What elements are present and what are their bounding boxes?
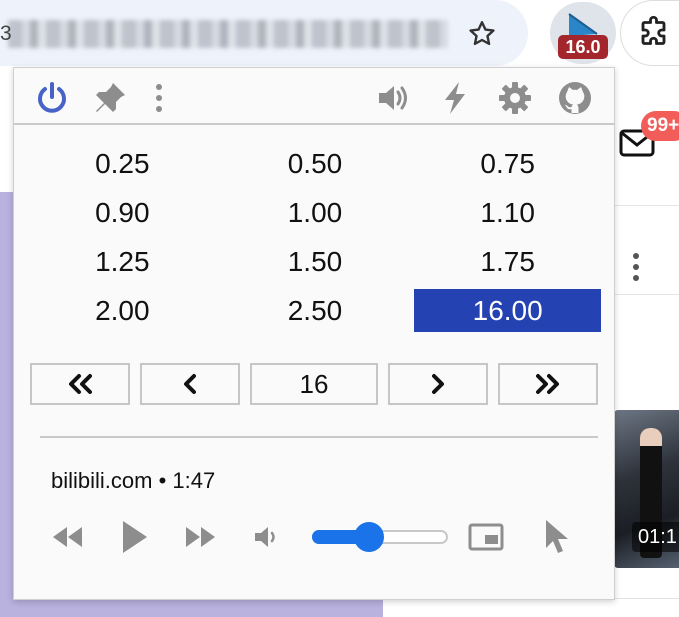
page-divider bbox=[614, 598, 679, 599]
speed-option-2.50[interactable]: 2.50 bbox=[222, 289, 409, 332]
media-controls bbox=[14, 513, 614, 563]
lightning-icon[interactable] bbox=[437, 80, 473, 116]
speed-decrease-large-button[interactable] bbox=[30, 363, 130, 405]
address-bar[interactable]: 3 bbox=[0, 0, 528, 66]
page-kebab-menu-icon[interactable] bbox=[630, 252, 642, 282]
extension-badge: 16.0 bbox=[558, 35, 608, 59]
volume-slider[interactable] bbox=[312, 521, 448, 553]
speed-presets: 0.25 0.50 0.75 0.90 1.00 1.10 1.25 1.50 … bbox=[29, 142, 601, 332]
rewind-icon[interactable] bbox=[50, 517, 86, 557]
bookmark-star-icon[interactable] bbox=[466, 18, 498, 50]
volume-slider-thumb[interactable] bbox=[354, 522, 385, 552]
puzzle-icon bbox=[641, 15, 666, 45]
url-prefix: 3 bbox=[0, 22, 12, 45]
extensions-menu-button[interactable] bbox=[620, 0, 679, 66]
speed-option-1.25[interactable]: 1.25 bbox=[29, 240, 216, 283]
github-icon[interactable] bbox=[557, 80, 593, 116]
video-duration: 01:1 bbox=[632, 522, 679, 552]
picture-in-picture-icon[interactable] bbox=[466, 517, 506, 557]
chevron-left-icon bbox=[184, 374, 196, 394]
play-icon[interactable] bbox=[116, 517, 152, 557]
media-divider bbox=[40, 436, 598, 438]
speed-option-0.25[interactable]: 0.25 bbox=[29, 142, 216, 185]
cursor-pointer-icon[interactable] bbox=[540, 517, 572, 557]
media-source-title: bilibili.com • 1:47 bbox=[51, 468, 216, 493]
speed-decrease-button[interactable] bbox=[140, 363, 240, 405]
volume-low-icon[interactable] bbox=[252, 517, 282, 557]
speed-increase-button[interactable] bbox=[388, 363, 488, 405]
mail-badge: 99+ bbox=[641, 111, 679, 141]
speed-option-0.50[interactable]: 0.50 bbox=[222, 142, 409, 185]
speed-option-1.10[interactable]: 1.10 bbox=[414, 191, 601, 234]
speed-stepper: 16 bbox=[30, 363, 600, 405]
speed-increase-large-button[interactable] bbox=[498, 363, 598, 405]
speed-option-0.90[interactable]: 0.90 bbox=[29, 191, 216, 234]
pin-icon[interactable] bbox=[92, 80, 128, 116]
power-icon[interactable] bbox=[34, 80, 70, 116]
double-chevron-right-icon bbox=[536, 374, 559, 394]
speed-option-0.75[interactable]: 0.75 bbox=[414, 142, 601, 185]
url-text-blurred bbox=[8, 20, 448, 48]
kebab-menu-icon[interactable] bbox=[148, 80, 170, 116]
popup-toolbar bbox=[14, 68, 614, 125]
speed-option-1.75[interactable]: 1.75 bbox=[414, 240, 601, 283]
volume-icon[interactable] bbox=[376, 80, 412, 116]
double-chevron-left-icon bbox=[69, 374, 92, 394]
gear-icon[interactable] bbox=[497, 80, 533, 116]
video-thumbnail[interactable]: 01:1 bbox=[614, 410, 679, 568]
speed-value-input[interactable]: 16 bbox=[250, 363, 378, 405]
speed-popup: 0.25 0.50 0.75 0.90 1.00 1.10 1.25 1.50 … bbox=[13, 67, 615, 600]
speed-option-16.00[interactable]: 16.00 bbox=[414, 289, 601, 332]
chevron-right-icon bbox=[432, 374, 444, 394]
page-card-strip bbox=[614, 205, 679, 295]
fast-forward-icon[interactable] bbox=[182, 517, 218, 557]
speed-option-1.50[interactable]: 1.50 bbox=[222, 240, 409, 283]
speed-option-2.00[interactable]: 2.00 bbox=[29, 289, 216, 332]
speed-option-1.00[interactable]: 1.00 bbox=[222, 191, 409, 234]
